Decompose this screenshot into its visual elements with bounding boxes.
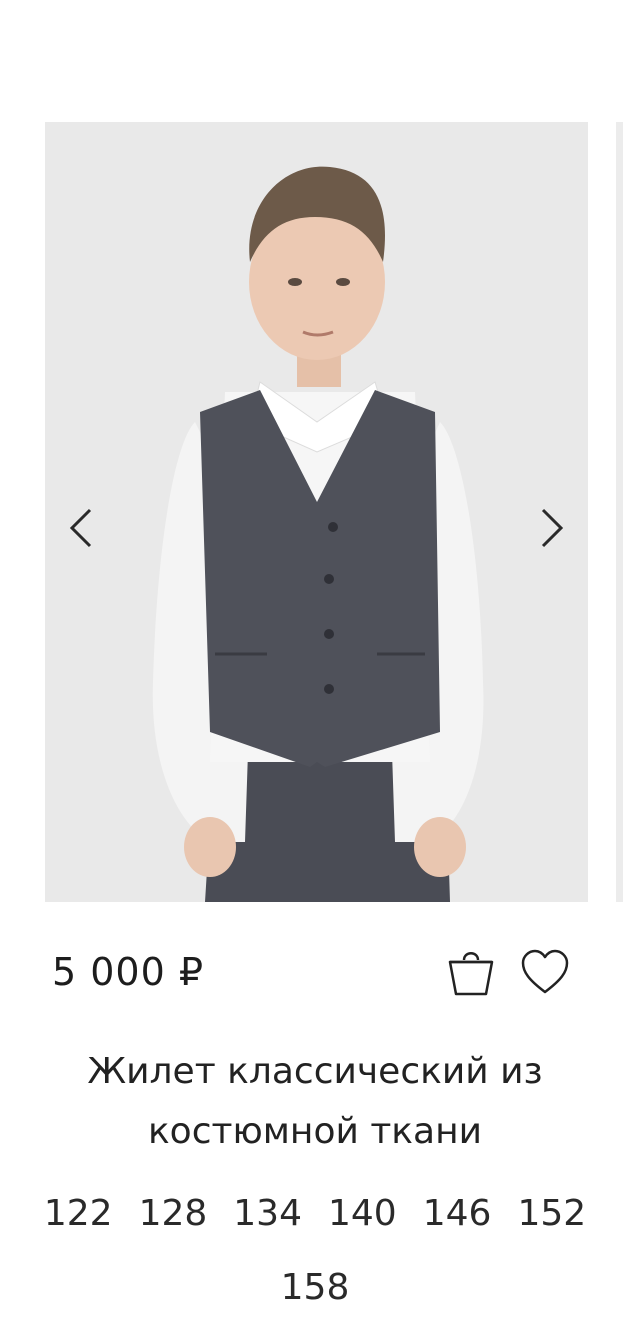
add-to-favorites-button[interactable] [518,944,572,1000]
product-image-gallery[interactable] [45,122,588,902]
size-option[interactable]: 122 [31,1184,126,1244]
add-to-cart-button[interactable] [444,944,498,1000]
size-option[interactable]: 128 [126,1184,221,1244]
next-image-button[interactable] [525,500,581,556]
heart-icon [521,949,569,994]
chevron-right-icon [541,508,564,548]
price-row: 5 000 ₽ [52,944,582,1004]
shopping-bag-icon [448,952,494,996]
size-option[interactable]: 158 [268,1258,363,1318]
size-option[interactable]: 140 [315,1184,410,1244]
size-option[interactable]: 134 [220,1184,315,1244]
chevron-left-icon [69,508,92,548]
product-price: 5 000 ₽ [52,950,205,994]
previous-image-button[interactable] [52,500,108,556]
size-option[interactable]: 146 [410,1184,505,1244]
size-list: 122 128 134 140 146 152 158 [20,1184,610,1318]
product-photo [45,122,588,902]
next-product-image-peek [616,122,623,902]
product-title[interactable]: Жилет классический из костюмной ткани [30,1042,600,1162]
size-option[interactable]: 152 [504,1184,599,1244]
